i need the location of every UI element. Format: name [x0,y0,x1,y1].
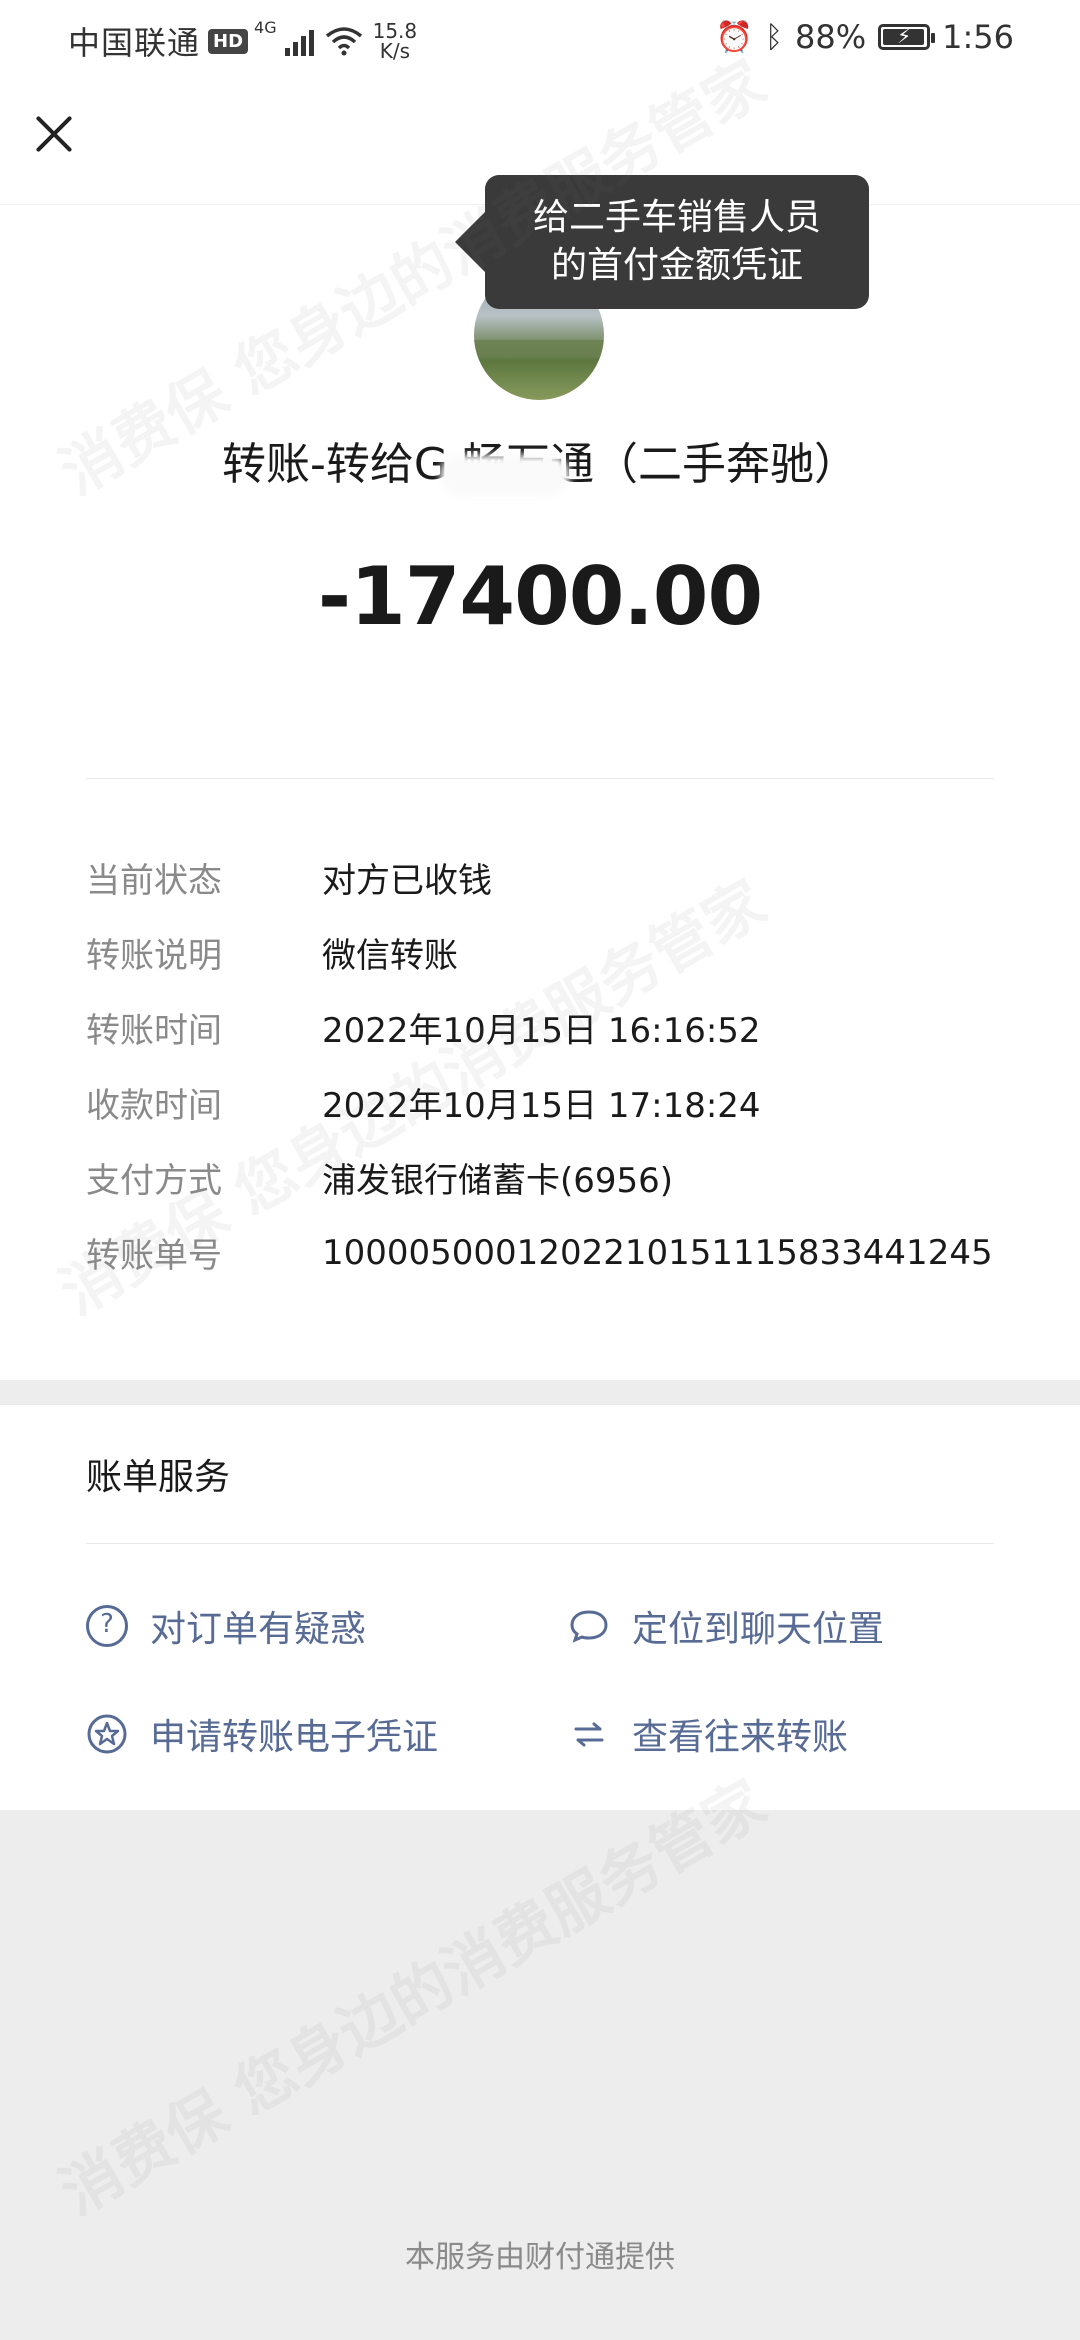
battery-percent: 88% [795,18,867,56]
detail-row-transfer-number: 转账单号 1000050001202210151115833441245 [86,1215,1006,1290]
close-button[interactable] [30,110,78,158]
battery-icon: ⚡ [878,24,936,50]
bill-services-title: 账单服务 [86,1457,231,1498]
locate-chat-label: 定位到聊天位置 [632,1609,885,1650]
detail-value: 2022年10月15日 17:18:24 [322,1086,761,1126]
view-transfers-label: 查看往来转账 [632,1717,849,1758]
network-type: 4G [254,18,277,37]
view-transfers-link[interactable]: 查看往来转账 [568,1708,848,1760]
request-receipt-label: 申请转账电子凭证 [150,1717,439,1758]
order-question-link[interactable]: ? 对订单有疑惑 [86,1600,366,1652]
star-badge-icon [87,1714,127,1754]
transfer-amount: -17400.00 [317,550,763,643]
detail-label: 支付方式 [86,1161,222,1201]
clock: 1:56 [942,18,1014,56]
status-bar: 中国联通 HD 4G 15.8 K/s ⏰ ᛒ 88% ⚡ 1:56 [0,0,1080,78]
chat-bubble-icon [570,1610,608,1643]
network-speed: 15.8 K/s [373,21,418,61]
alarm-icon: ⏰ [715,19,754,55]
divider [86,1543,994,1544]
detail-row-payment-method: 支付方式 浦发银行储蓄卡(6956) [86,1140,1006,1215]
detail-value: 微信转账 [322,936,458,976]
bluetooth-icon: ᛒ [765,19,784,55]
transfer-details: 当前状态 对方已收钱 转账说明 微信转账 转账时间 2022年10月15日 16… [86,840,1006,1290]
annotation-text: 给二手车销售人员的首付金额凭证 [532,197,821,286]
detail-row-receive-time: 收款时间 2022年10月15日 17:18:24 [86,1065,1006,1140]
annotation-tooltip: 给二手车销售人员的首付金额凭证 [455,175,869,309]
detail-label: 收款时间 [86,1086,222,1126]
detail-value: 对方已收钱 [322,861,492,901]
provider-footer: 本服务由财付通提供 [405,2240,675,2275]
wifi-icon [325,27,362,56]
detail-label: 转账单号 [86,1236,222,1276]
exchange-arrows-icon [574,1722,604,1747]
question-icon: ? [86,1605,128,1647]
detail-row-description: 转账说明 微信转账 [86,915,1006,990]
detail-label: 转账说明 [86,936,222,976]
detail-row-transfer-time: 转账时间 2022年10月15日 16:16:52 [86,990,1006,1065]
detail-label: 转账时间 [86,1011,222,1051]
hd-icon: HD [208,28,249,54]
redacted-blur [440,455,570,495]
signal-icon [284,26,317,56]
divider [86,778,994,779]
watermark-text: 消费保 您身边的消费服务管家 [48,1767,778,2229]
carrier-name: 中国联通 [68,24,201,62]
detail-label: 当前状态 [86,861,222,901]
order-question-label: 对订单有疑惑 [150,1609,367,1650]
detail-row-status: 当前状态 对方已收钱 [86,840,1006,915]
speed-unit: K/s [379,39,411,63]
detail-value: 2022年10月15日 16:16:52 [322,1011,761,1051]
request-receipt-link[interactable]: 申请转账电子凭证 [86,1708,438,1760]
locate-chat-link[interactable]: 定位到聊天位置 [568,1600,884,1652]
detail-value: 1000050001202210151115833441245 [322,1232,993,1273]
detail-value: 浦发银行储蓄卡(6956) [322,1161,674,1201]
